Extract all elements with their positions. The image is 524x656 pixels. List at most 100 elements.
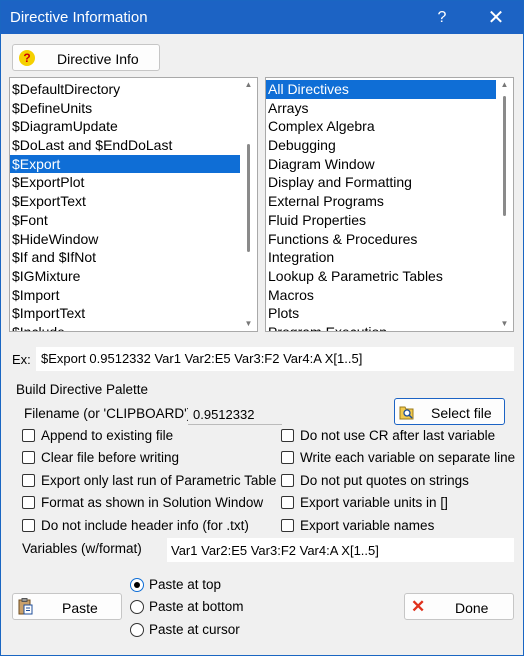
radio-label: Paste at bottom — [149, 599, 244, 614]
done-button[interactable]: ✕ Done — [404, 593, 514, 620]
done-label: Done — [455, 600, 489, 616]
checkbox-box[interactable] — [22, 519, 35, 532]
directive-list-item[interactable]: $Import — [10, 286, 257, 305]
checkbox-box[interactable] — [22, 496, 35, 509]
filename-input[interactable]: 0.9512332 — [188, 402, 282, 425]
radio-circle[interactable] — [130, 599, 144, 614]
scrollbar-thumb[interactable] — [503, 96, 506, 216]
paste-at-bottom-radio[interactable]: Paste at bottom — [130, 599, 244, 614]
scroll-up-arrow-icon[interactable]: ▲ — [240, 78, 257, 92]
directive-list-item[interactable]: $ExportText — [10, 192, 257, 211]
directive-list-item[interactable]: $Export — [10, 154, 257, 174]
directive-list-item[interactable]: $DoLast and $EndDoLast — [10, 136, 257, 155]
scroll-down-arrow-icon[interactable]: ▼ — [496, 317, 513, 331]
checkbox-label: Export only last run of Parametric Table — [41, 473, 277, 488]
select-file-button[interactable]: Select file — [394, 398, 505, 425]
select-file-label: Select file — [431, 405, 492, 421]
paste-button[interactable]: Paste — [12, 593, 122, 620]
directive-info-label: Directive Info — [57, 51, 139, 67]
radio-circle[interactable] — [130, 622, 144, 637]
category-list-item[interactable]: Complex Algebra — [266, 117, 513, 136]
checkbox-box[interactable] — [22, 451, 35, 464]
clear-file-checkbox[interactable]: Clear file before writing — [22, 450, 179, 465]
directive-list-item[interactable]: $Font — [10, 211, 257, 230]
category-list-item[interactable]: Debugging — [266, 136, 513, 155]
checkbox-label: Do not put quotes on strings — [300, 473, 469, 488]
category-list-item[interactable]: All Directives — [266, 80, 513, 99]
close-window-button[interactable]: ✕ — [483, 7, 509, 29]
category-list-item[interactable]: External Programs — [266, 192, 513, 211]
directives-list[interactable]: $DefaultDirectory $DefineUnits $DiagramUpd… — [9, 77, 258, 332]
help-titlebar-button[interactable]: ? — [429, 7, 455, 29]
categories-scrollbar[interactable]: ▲ ▼ — [496, 78, 513, 331]
example-text-field[interactable]: $Export 0.9512332 Var1 Var2:E5 Var3:F2 V… — [36, 347, 514, 371]
directive-list-item[interactable]: $HideWindow — [10, 230, 257, 249]
directive-list-item[interactable]: $Include — [10, 323, 257, 331]
category-list-item[interactable]: Arrays — [266, 99, 513, 118]
checkbox-box[interactable] — [281, 429, 294, 442]
title-bar: Directive Information ? ✕ — [1, 1, 523, 34]
help-icon: ? — [19, 50, 35, 66]
append-existing-checkbox[interactable]: Append to existing file — [22, 428, 173, 443]
directive-list-item[interactable]: $DefaultDirectory — [10, 80, 257, 99]
example-label: Ex: — [12, 352, 31, 367]
separate-line-checkbox[interactable]: Write each variable on separate line — [281, 450, 515, 465]
variables-input[interactable]: Var1 Var2:E5 Var3:F2 Var4:A X[1..5] — [167, 538, 514, 562]
checkbox-label: Export variable names — [300, 518, 435, 533]
no-header-info-checkbox[interactable]: Do not include header info (for .txt) — [22, 518, 249, 533]
directive-information-dialog: Directive Information ? ✕ ? Directive In… — [0, 0, 524, 656]
window-title: Directive Information — [10, 9, 148, 26]
paste-label: Paste — [62, 600, 98, 616]
category-list-item[interactable]: Fluid Properties — [266, 211, 513, 230]
directive-list-item[interactable]: $ExportPlot — [10, 173, 257, 192]
scrollbar-thumb[interactable] — [247, 144, 250, 252]
scroll-up-arrow-icon[interactable]: ▲ — [496, 78, 513, 92]
export-last-run-checkbox[interactable]: Export only last run of Parametric Table — [22, 473, 276, 488]
close-icon: ✕ — [411, 597, 426, 616]
category-list-item[interactable]: Macros — [266, 286, 513, 305]
category-list-item[interactable]: Integration — [266, 248, 513, 267]
checkbox-label: Export variable units in [] — [300, 495, 448, 510]
checkbox-box[interactable] — [22, 429, 35, 442]
category-list-item[interactable]: Plots — [266, 304, 513, 323]
directive-list-item[interactable]: $If and $IfNot — [10, 248, 257, 267]
checkbox-label: Do not use CR after last variable — [300, 428, 496, 443]
checkbox-label: Clear file before writing — [41, 450, 180, 465]
directive-list-item[interactable]: $DefineUnits — [10, 99, 257, 118]
directive-list-item[interactable]: $DiagramUpdate — [10, 117, 257, 136]
checkbox-box[interactable] — [281, 519, 294, 532]
filename-label: Filename (or 'CLIPBOARD'): — [24, 406, 195, 421]
export-units-checkbox[interactable]: Export variable units in [] — [281, 495, 448, 510]
category-list-item[interactable]: Diagram Window — [266, 155, 513, 174]
category-list-item[interactable]: Functions & Procedures — [266, 230, 513, 249]
radio-label: Paste at top — [149, 577, 222, 592]
no-cr-checkbox[interactable]: Do not use CR after last variable — [281, 428, 495, 443]
scroll-down-arrow-icon[interactable]: ▼ — [240, 317, 257, 331]
paste-at-top-radio[interactable]: Paste at top — [130, 577, 221, 592]
checkbox-label: Write each variable on separate line — [300, 450, 516, 465]
no-quotes-checkbox[interactable]: Do not put quotes on strings — [281, 473, 469, 488]
paste-at-cursor-radio[interactable]: Paste at cursor — [130, 622, 240, 637]
category-list-item[interactable]: Program Execution — [266, 323, 513, 331]
directive-categories-list[interactable]: All Directives Arrays Complex Algebra Debug… — [265, 77, 514, 332]
export-names-checkbox[interactable]: Export variable names — [281, 518, 434, 533]
checkbox-label: Format as shown in Solution Window — [41, 495, 264, 510]
directive-list-item[interactable]: $IGMixture — [10, 267, 257, 286]
directive-list-item[interactable]: $ImportText — [10, 304, 257, 323]
checkbox-box[interactable] — [281, 474, 294, 487]
checkbox-box[interactable] — [281, 496, 294, 509]
checkbox-box[interactable] — [22, 474, 35, 487]
format-solution-window-checkbox[interactable]: Format as shown in Solution Window — [22, 495, 263, 510]
directive-info-button[interactable]: ? Directive Info — [12, 44, 160, 71]
clipboard-icon — [18, 598, 33, 615]
palette-heading: Build Directive Palette — [16, 382, 149, 397]
directives-scrollbar[interactable]: ▲ ▼ — [240, 78, 257, 331]
variables-label: Variables (w/format) — [22, 541, 142, 556]
category-list-item[interactable]: Lookup & Parametric Tables — [266, 267, 513, 286]
radio-circle[interactable] — [130, 577, 144, 592]
category-list-item[interactable]: Display and Formatting — [266, 173, 513, 192]
checkbox-label: Append to existing file — [41, 428, 174, 443]
checkbox-label: Do not include header info (for .txt) — [41, 518, 249, 533]
file-search-icon — [399, 404, 414, 420]
checkbox-box[interactable] — [281, 451, 294, 464]
